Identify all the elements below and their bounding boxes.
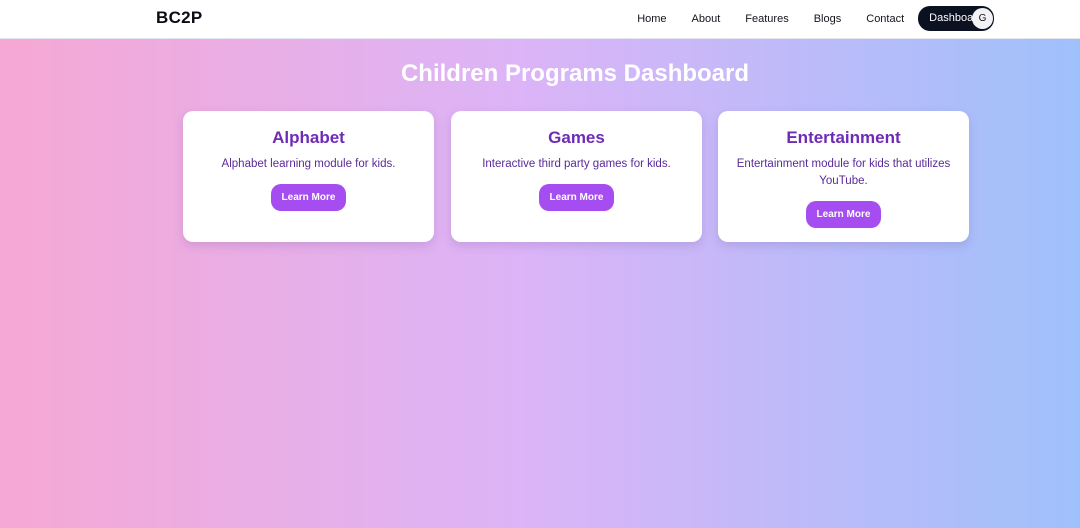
card-description: Interactive third party games for kids.	[482, 158, 671, 170]
games-learn-more-button[interactable]: Learn More	[538, 184, 615, 211]
entertainment-learn-more-button[interactable]: Learn More	[805, 201, 882, 228]
card-description: Entertainment module for kids that utili…	[736, 158, 951, 187]
program-card-entertainment: Entertainment Entertainment module for k…	[718, 111, 969, 242]
program-card-alphabet: Alphabet Alphabet learning module for ki…	[183, 111, 434, 242]
nav-about-link[interactable]: About	[692, 13, 721, 25]
nav-links: Home About Features Blogs Contact Dashbo…	[612, 6, 994, 31]
page-title: Children Programs Dashboard	[400, 60, 750, 87]
nav-home-link[interactable]: Home	[637, 13, 666, 25]
navbar: BC2P Home About Features Blogs Contact D…	[0, 0, 1080, 39]
alphabet-learn-more-button[interactable]: Learn More	[270, 184, 347, 211]
card-title: Entertainment	[786, 128, 901, 147]
card-title: Games	[548, 128, 605, 147]
user-avatar[interactable]: G	[972, 8, 993, 29]
brand-logo[interactable]: BC2P	[156, 8, 203, 28]
program-card-games: Games Interactive third party games for …	[451, 111, 702, 242]
card-title: Alphabet	[272, 128, 345, 147]
card-description: Alphabet learning module for kids.	[221, 158, 396, 170]
nav-blogs-link[interactable]: Blogs	[814, 13, 842, 25]
nav-features-link[interactable]: Features	[745, 13, 788, 25]
nav-contact-link[interactable]: Contact	[866, 13, 904, 25]
